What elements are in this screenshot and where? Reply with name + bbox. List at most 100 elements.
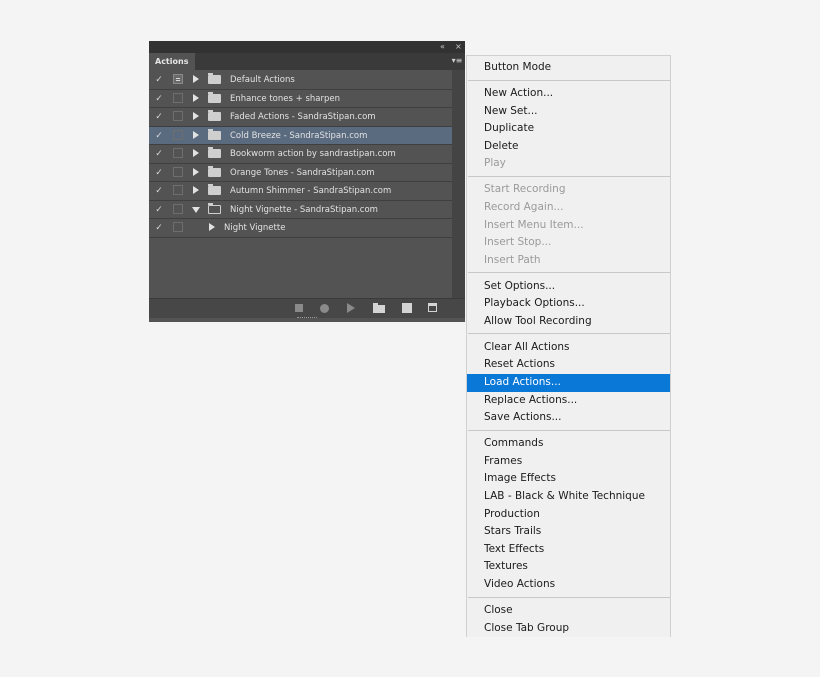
close-icon[interactable]: × [455,41,462,53]
collapse-arrow-icon[interactable] [192,206,200,213]
menu-item-insert-stop: Insert Stop... [484,236,552,249]
action-set-row[interactable]: ✓ Faded Actions - SandraStipan.com [149,108,452,127]
folder-icon [208,128,221,140]
folder-icon [208,73,221,84]
action-set-row[interactable]: ✓ Night Vignette - SandraStipan.com [149,201,452,219]
action-set-row[interactable]: ✓ Cold Breeze - SandraStipan.com [149,126,452,145]
menu-item-button-mode[interactable]: Button Mode [467,59,670,77]
record-icon[interactable] [320,304,329,313]
action-set-row[interactable]: ✓ Enhance tones + sharpen [149,90,452,108]
menu-separator [467,173,670,181]
action-set-row[interactable]: ✓ Default Actions [149,71,452,90]
collapse-icon[interactable]: « [440,41,445,53]
menu-separator [467,269,670,277]
menu-item-production[interactable]: Production [467,506,670,524]
menu-item-lab-black-white-technique[interactable]: LAB - Black & White Technique [467,488,670,506]
panel-title-bar: « × [149,41,465,53]
menu-item-load-actions[interactable]: Load Actions... [467,374,670,392]
expand-arrow-icon[interactable] [193,167,199,176]
menu-separator [467,594,670,602]
panel-menu-icon[interactable]: ▾≡ [451,55,463,67]
menu-separator [467,427,670,435]
action-set-label: Orange Tones - SandraStipan.com [230,167,375,178]
dialog-toggle-icon[interactable] [173,111,183,121]
menu-item-set-options[interactable]: Set Options... [467,278,670,296]
action-set-label: Bookworm action by sandrastipan.com [230,149,396,159]
menu-item-video-actions[interactable]: Video Actions [467,576,670,594]
resize-grip[interactable] [297,317,317,320]
menu-item-playback-options[interactable]: Playback Options... [467,295,670,313]
folder-icon [208,110,221,121]
menu-item-new-action[interactable]: New Action... [467,85,670,103]
folder-icon [208,91,221,103]
action-set-label: Faded Actions - SandraStipan.com [230,112,376,122]
menu-item-insert-menu-item: Insert Menu Item... [484,218,584,231]
toggle-check-icon[interactable]: ✓ [154,93,164,105]
panel-scrollbar[interactable] [452,70,465,298]
action-set-row[interactable]: ✓ Autumn Shimmer - SandraStipan.com [149,182,452,201]
menu-item-stars-trails[interactable]: Stars Trails [467,523,670,541]
new-action-icon[interactable] [402,303,412,313]
toggle-check-icon[interactable]: ✓ [154,148,164,160]
action-set-label: Enhance tones + sharpen [230,93,340,104]
dialog-toggle-icon[interactable] [173,203,183,214]
menu-item-reset-actions[interactable]: Reset Actions [467,356,670,374]
menu-item-close[interactable]: Close [467,602,670,620]
actions-panel: « × Actions ▾≡ ✓ Default Actions ✓ Enhan… [149,41,465,322]
toggle-check-icon[interactable]: ✓ [154,204,164,216]
stop-icon[interactable] [295,304,303,312]
menu-item-record-again: Record Again... [484,200,564,213]
toggle-check-icon[interactable]: ✓ [154,74,164,86]
open-folder-icon [208,202,221,214]
action-set-row[interactable]: ✓ Orange Tones - SandraStipan.com [149,164,452,182]
menu-item-replace-actions[interactable]: Replace Actions... [467,392,670,410]
toggle-check-icon[interactable]: ✓ [154,222,164,234]
dialog-toggle-icon[interactable] [173,74,183,84]
menu-item-text-effects[interactable]: Text Effects [467,541,670,559]
toggle-check-icon[interactable]: ✓ [154,130,164,142]
expand-arrow-icon[interactable] [193,93,199,102]
menu-item-allow-tool-recording[interactable]: Allow Tool Recording [467,313,670,331]
menu-item-textures[interactable]: Textures [467,558,670,576]
menu-item-insert-path: Insert Path [484,253,541,266]
menu-item-close-tab-group[interactable]: Close Tab Group [467,620,670,638]
action-row[interactable]: ✓ Night Vignette [149,219,452,238]
action-set-label: Autumn Shimmer - SandraStipan.com [230,186,392,196]
dialog-toggle-icon[interactable] [173,92,183,103]
new-set-icon[interactable] [373,303,385,313]
folder-icon [208,147,221,158]
menu-item-clear-all-actions[interactable]: Clear All Actions [467,339,670,357]
panel-bottom-toolbar [149,298,465,318]
expand-arrow-icon[interactable] [193,130,199,139]
play-icon[interactable] [347,303,355,313]
action-set-label: Cold Breeze - SandraStipan.com [230,130,368,141]
menu-item-commands[interactable]: Commands [467,435,670,453]
dialog-toggle-icon[interactable] [173,166,183,177]
expand-arrow-icon[interactable] [193,112,199,120]
dialog-toggle-icon[interactable] [173,129,183,140]
dialog-toggle-icon[interactable] [173,148,183,158]
expand-arrow-icon[interactable] [209,223,215,231]
expand-arrow-icon[interactable] [193,149,199,157]
toggle-check-icon[interactable]: ✓ [154,167,164,179]
dialog-toggle-icon[interactable] [173,222,183,232]
delete-icon[interactable] [428,303,437,312]
folder-icon [208,184,221,195]
menu-item-image-effects[interactable]: Image Effects [467,470,670,488]
panel-flyout-menu: Button Mode New Action... New Set... Duplic… [466,55,671,637]
menu-item-new-set[interactable]: New Set... [467,103,670,121]
menu-item-save-actions[interactable]: Save Actions... [467,409,670,427]
action-label: Night Vignette [224,223,286,233]
menu-item-start-recording: Start Recording [484,183,566,196]
dialog-toggle-icon[interactable] [173,185,183,195]
menu-item-duplicate[interactable]: Duplicate [467,120,670,138]
menu-item-delete[interactable]: Delete [467,138,670,156]
menu-item-frames[interactable]: Frames [467,453,670,471]
panel-tab-bar: Actions ▾≡ [149,53,465,70]
expand-arrow-icon[interactable] [193,75,199,83]
action-set-row[interactable]: ✓ Bookworm action by sandrastipan.com [149,145,452,164]
toggle-check-icon[interactable]: ✓ [154,111,164,123]
toggle-check-icon[interactable]: ✓ [154,185,164,197]
tab-actions[interactable]: Actions [149,53,195,70]
expand-arrow-icon[interactable] [193,186,199,194]
